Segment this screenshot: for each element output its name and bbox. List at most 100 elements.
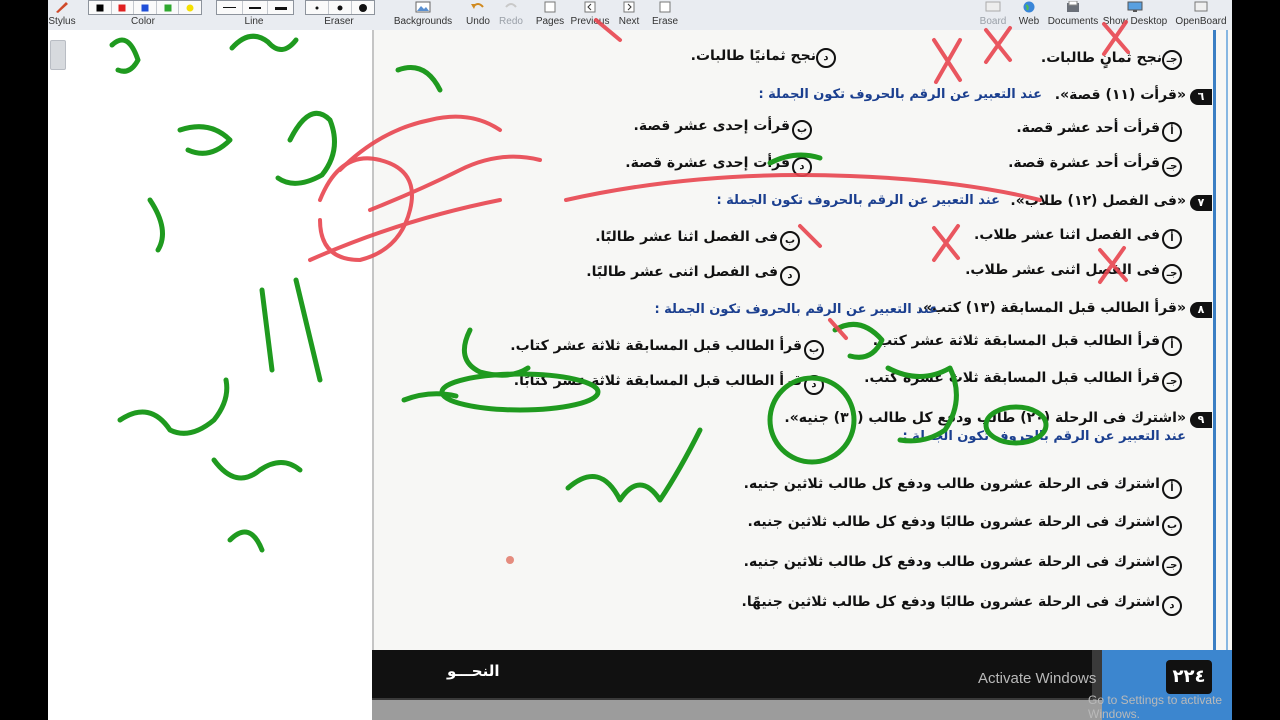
q6-option-d: قرأت إحدى عشرة قصة. — [625, 155, 790, 171]
color-group: Color — [118, 0, 168, 30]
line-label: Line — [244, 16, 264, 27]
q9-stem: «اشترك فى الرحلة (٢٠) طالب ودفع كل طالب … — [784, 410, 1186, 426]
undo-label: Undo — [466, 16, 490, 27]
web-label: Web — [1018, 16, 1040, 27]
q7-option-c: فى الفصل اثنى عشر طلاب. — [965, 262, 1160, 278]
q6-instruction: عند التعبير عن الرقم بالحروف تكون الجملة… — [758, 87, 1042, 102]
option-c-marker: جـ — [1162, 50, 1182, 70]
next-page-icon — [623, 1, 635, 13]
q6-option-a: قرأت أحد عشر قصة. — [1016, 120, 1160, 136]
q7-option-b-marker: ب — [780, 231, 800, 251]
q8-option-c-marker: جـ — [1162, 372, 1182, 392]
q8-option-d: قرأ الطالب قبل المسابقة ثلاثة عشر كتابًا… — [513, 373, 802, 389]
pages-label: Pages — [535, 16, 565, 27]
q9-option-c: اشترك فى الرحلة عشرون طالب ودفع كل طالب … — [743, 554, 1160, 570]
openboard-icon — [1194, 1, 1208, 12]
openboard-menu-button[interactable]: OpenBoard — [1172, 0, 1230, 30]
previous-button[interactable]: Previous — [568, 0, 612, 30]
color-yellow-swatch[interactable] — [179, 1, 201, 14]
question-number-7: ٧ — [1190, 195, 1212, 211]
question-number-6: ٦ — [1190, 89, 1212, 105]
show-desktop-label: Show Desktop — [1102, 16, 1168, 27]
erase-button[interactable]: Erase — [650, 0, 680, 30]
backgrounds-icon — [415, 1, 431, 13]
next-label: Next — [618, 16, 640, 27]
q8-stem: «قرأ الطالب قبل المسابقة (١٣) كتب». — [917, 300, 1186, 316]
q6-option-d-marker: د — [792, 157, 812, 177]
undo-button[interactable]: Undo — [462, 0, 494, 30]
erase-label: Erase — [651, 16, 679, 27]
activate-windows-subtitle: Go to Settings to activate Windows. — [1088, 693, 1223, 720]
footer-subject: النحـــو — [447, 662, 500, 680]
q6-option-b: قرأت إحدى عشر قصة. — [633, 118, 790, 134]
erase-icon — [659, 1, 671, 13]
question-number-9: ٩ — [1190, 412, 1212, 428]
q8-instruction: عند التعبير عن الرقم بالحروف تكون الجملة… — [654, 302, 938, 317]
q9-option-b: اشترك فى الرحلة عشرون طالبًا ودفع كل طال… — [747, 514, 1160, 530]
stylus-icon — [56, 2, 68, 13]
pages-button[interactable]: Pages — [534, 0, 566, 30]
backgrounds-label: Backgrounds — [393, 16, 453, 27]
page-edge — [372, 30, 374, 720]
q6-option-c: قرأت أحد عشرة قصة. — [1008, 155, 1160, 171]
line-group: Line — [228, 0, 280, 30]
board-button[interactable]: Board — [978, 0, 1008, 30]
q9-option-a: اشترك فى الرحلة عشرون طالب ودفع كل طالب … — [743, 476, 1160, 492]
question-number-8: ٨ — [1190, 302, 1212, 318]
redo-button[interactable]: Redo — [496, 0, 526, 30]
previous-page-icon — [584, 1, 596, 13]
q6-option-b-marker: ب — [792, 120, 812, 140]
q8-option-b-marker: ب — [804, 340, 824, 360]
show-desktop-icon — [1127, 1, 1143, 12]
page-margin-line-outer — [1226, 30, 1228, 650]
color-black-swatch[interactable] — [89, 1, 112, 14]
previous-label: Previous — [570, 16, 610, 27]
q8-option-a: قرأ الطالب قبل المسابقة ثلاثة عشر كتب. — [872, 333, 1160, 349]
color-label: Color — [131, 16, 155, 27]
show-desktop-button[interactable]: Show Desktop — [1102, 0, 1168, 30]
q8-option-a-marker: أ — [1162, 336, 1182, 356]
option-d-q5: نجح ثمانيًا طالبات. — [690, 48, 816, 64]
q9-instruction: عند التعبير عن الرقم بالحروف تكون الجملة… — [902, 429, 1186, 444]
board-label: Board — [979, 16, 1007, 27]
openboard-label: OpenBoard — [1175, 16, 1227, 27]
documents-icon — [1067, 1, 1079, 12]
openboard-window: Stylus Color Line Eraser Backgrounds Und… — [48, 0, 1232, 720]
q6-stem: «قرأت (١١) قصة». — [1054, 87, 1186, 103]
q7-instruction: عند التعبير عن الرقم بالحروف تكون الجملة… — [716, 193, 1000, 208]
q7-option-b: فى الفصل اثنا عشر طالبًا. — [595, 229, 778, 245]
pages-icon — [544, 1, 556, 13]
backgrounds-button[interactable]: Backgrounds — [392, 0, 454, 30]
q8-option-b: قرأ الطالب قبل المسابقة ثلاثة عشر كتاب. — [510, 338, 802, 354]
q7-option-d: فى الفصل اثنى عشر طالبًا. — [586, 264, 778, 280]
q7-stem: «فى الفصل (١٢) طلاب». — [1010, 193, 1186, 209]
eraser-group: Eraser — [314, 0, 364, 30]
q7-option-a-marker: أ — [1162, 229, 1182, 249]
q9-option-c-marker: جـ — [1162, 556, 1182, 576]
q9-option-d-marker: د — [1162, 596, 1182, 616]
option-c-q5: نجح ثمانٍ طالبات. — [1040, 50, 1162, 66]
web-button[interactable]: Web — [1014, 0, 1044, 30]
q7-option-d-marker: د — [780, 266, 800, 286]
page-margin-line — [1213, 30, 1216, 650]
q7-option-c-marker: جـ — [1162, 264, 1182, 284]
eraser-label: Eraser — [324, 16, 354, 27]
left-panel-handle[interactable] — [50, 40, 66, 70]
globe-icon — [1023, 1, 1035, 13]
documents-label: Documents — [1047, 16, 1099, 27]
board-icon — [985, 1, 1001, 12]
q6-option-c-marker: جـ — [1162, 157, 1182, 177]
toolbar: Stylus Color Line Eraser Backgrounds Und… — [48, 0, 1232, 31]
q9-option-b-marker: ب — [1162, 516, 1182, 536]
redo-icon — [505, 3, 517, 8]
stylus-label: Stylus — [48, 16, 76, 27]
next-button[interactable]: Next — [614, 0, 644, 30]
documents-button[interactable]: Documents — [1046, 0, 1100, 30]
option-d-marker: د — [816, 48, 836, 68]
q6-option-a-marker: أ — [1162, 122, 1182, 142]
redo-label: Redo — [499, 16, 523, 27]
q9-option-d: اشترك فى الرحلة عشرون طالبًا ودفع كل طال… — [741, 594, 1161, 610]
activate-windows-title: Activate Windows — [978, 670, 1097, 687]
stylus-button[interactable]: Stylus — [48, 0, 76, 30]
page-number: ٢٢٤ — [1166, 660, 1212, 694]
